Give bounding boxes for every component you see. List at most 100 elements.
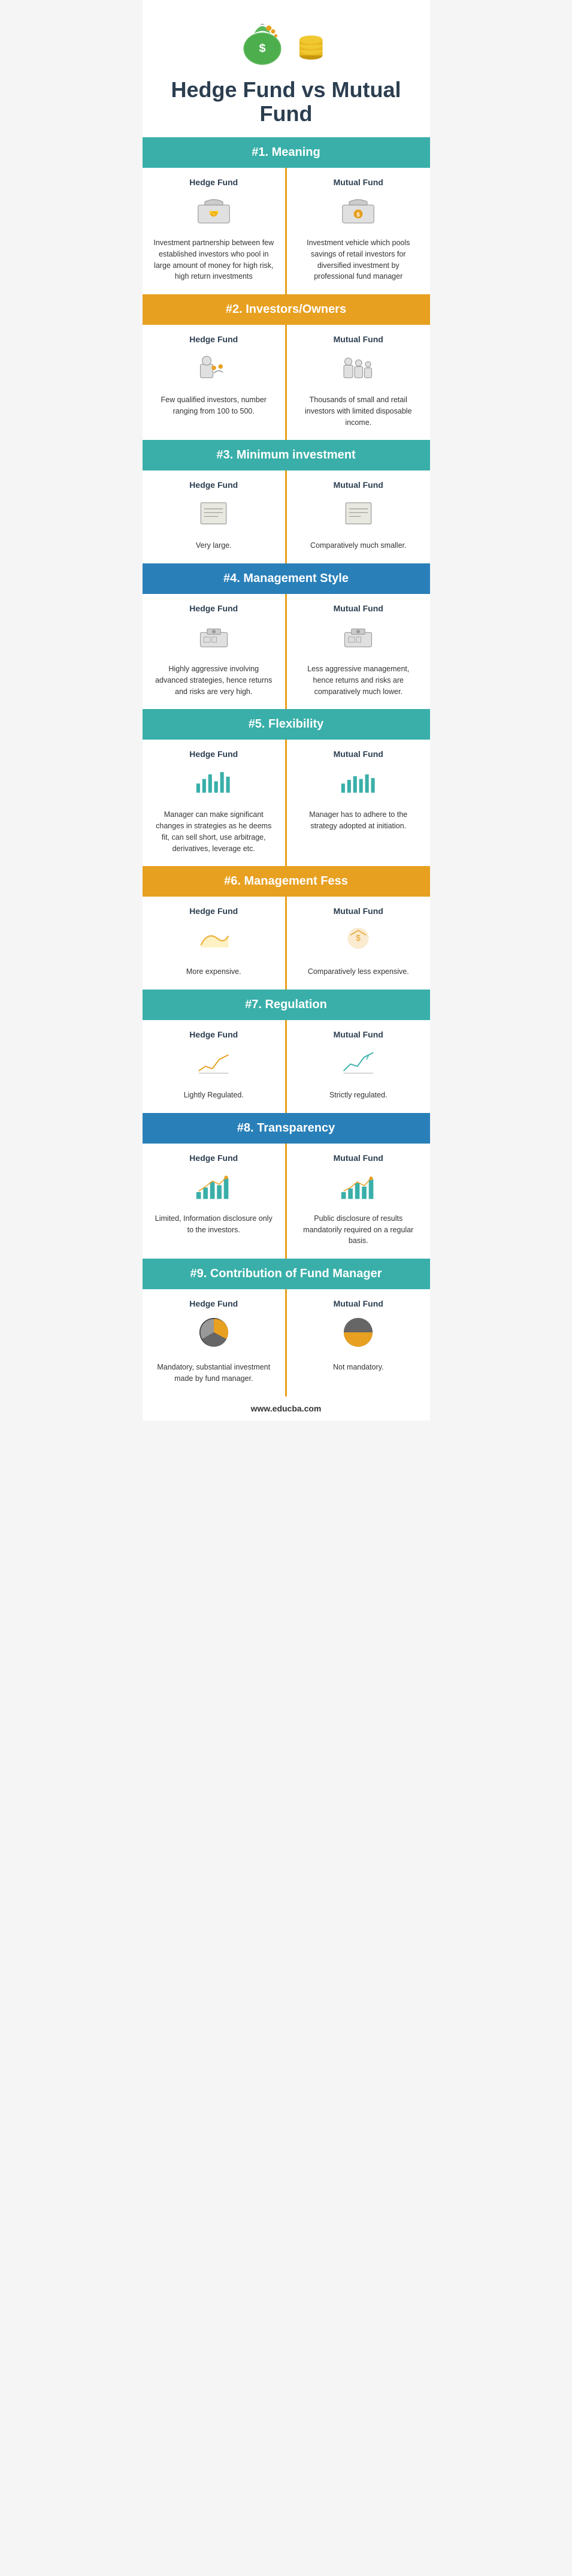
mutual-icon-meaning: $ — [340, 193, 376, 231]
section-body-management-fees: Hedge Fund More expensive. Mutual Fund $… — [143, 897, 430, 990]
section-contribution: #9. Contribution of Fund Manager Hedge F… — [143, 1259, 430, 1396]
svg-text:$: $ — [357, 212, 360, 218]
mutual-text-flexibility: Manager has to adhere to the strategy ad… — [298, 809, 419, 832]
mutual-text-management-style: Less aggressive management, hence return… — [298, 663, 419, 697]
hedge-meaning-icon: 🤝 — [196, 193, 232, 226]
section-investors: #2. Investors/Owners Hedge Fund Few qual… — [143, 294, 430, 440]
section-minimum: #3. Minimum investment Hedge Fund Very l… — [143, 440, 430, 563]
section-number-management-style: #4. Management Style — [223, 572, 349, 585]
mutual-label-management-fees: Mutual Fund — [334, 906, 383, 916]
hedge-label-management-style: Hedge Fund — [189, 604, 238, 613]
section-body-flexibility: Hedge Fund Manager can make significant … — [143, 740, 430, 866]
hedge-icon-transparency — [194, 1169, 233, 1207]
col-mutual-minimum: Mutual Fund Comparatively much smaller. — [287, 470, 430, 563]
mutual-contrib-icon — [340, 1314, 376, 1350]
hedge-text-minimum: Very large. — [196, 540, 232, 551]
mutual-label-contribution: Mutual Fund — [334, 1299, 383, 1308]
mutual-icon-transparency — [339, 1169, 378, 1207]
mutual-icon-regulation — [339, 1045, 378, 1084]
mutual-label-meaning: Mutual Fund — [334, 177, 383, 187]
section-body-regulation: Hedge Fund Lightly Regulated. Mutual Fun… — [143, 1020, 430, 1113]
hedge-fees-icon — [194, 922, 233, 955]
footer-url: www.educba.com — [251, 1404, 322, 1413]
header: $ Hedge Fund vs Mutual Fund — [143, 0, 430, 137]
mutual-icon-management-style — [340, 619, 376, 657]
footer: www.educba.com — [143, 1396, 430, 1420]
hedge-label-transparency: Hedge Fund — [189, 1153, 238, 1163]
mutual-text-meaning: Investment vehicle which pools savings o… — [298, 237, 419, 282]
hedge-label-management-fees: Hedge Fund — [189, 906, 238, 916]
hedge-icon-management-style — [196, 619, 232, 657]
hedge-icon-minimum — [197, 496, 230, 534]
section-transparency: #8. Transparency Hedge Fund Limited, Inf… — [143, 1113, 430, 1259]
hedge-icon-management-fees — [194, 922, 233, 960]
section-number-contribution: #9. Contribution of Fund Manager — [190, 1267, 382, 1280]
col-hedge-regulation: Hedge Fund Lightly Regulated. — [143, 1020, 287, 1113]
mutual-label-investors: Mutual Fund — [334, 334, 383, 344]
mutual-text-investors: Thousands of small and retail investors … — [298, 394, 419, 428]
hedge-text-management-style: Highly aggressive involving advanced str… — [153, 663, 275, 697]
section-number-flexibility: #5. Flexibility — [249, 717, 324, 731]
section-number-investors: #2. Investors/Owners — [226, 303, 346, 316]
mutual-reg-icon — [339, 1045, 378, 1078]
hedge-text-transparency: Limited, Information disclosure only to … — [153, 1213, 275, 1236]
section-management-style: #4. Management Style Hedge Fund Highly a… — [143, 563, 430, 709]
hedge-text-management-fees: More expensive. — [186, 966, 241, 978]
mutual-label-minimum: Mutual Fund — [334, 480, 383, 490]
col-hedge-management-fees: Hedge Fund More expensive. — [143, 897, 287, 990]
mutual-mgmt-icon — [340, 619, 376, 652]
col-mutual-investors: Mutual Fund Thousands of small and retai… — [287, 325, 430, 440]
col-mutual-management-style: Mutual Fund Less aggressive management, … — [287, 594, 430, 709]
hedge-icon-regulation — [194, 1045, 233, 1084]
hedge-trans-icon — [194, 1169, 233, 1202]
section-number-management-fees: #6. Management Fess — [224, 874, 348, 888]
section-body-investors: Hedge Fund Few qualified investors, numb… — [143, 325, 430, 440]
col-mutual-contribution: Mutual Fund Not mandatory. — [287, 1289, 430, 1396]
mutual-icon-contribution — [340, 1314, 376, 1356]
hedge-text-flexibility: Manager can make significant changes in … — [153, 809, 275, 854]
infographic-container: $ Hedge Fund vs Mutual Fund #1. Meaning … — [143, 0, 430, 1420]
hedge-label-flexibility: Hedge Fund — [189, 749, 238, 759]
mutual-text-contribution: Not mandatory. — [333, 1362, 384, 1373]
section-header-meaning: #1. Meaning — [143, 137, 430, 168]
mutual-trans-icon — [339, 1169, 378, 1202]
hedge-label-investors: Hedge Fund — [189, 334, 238, 344]
hedge-icon-investors — [196, 350, 232, 388]
section-header-minimum: #3. Minimum investment — [143, 440, 430, 470]
mutual-meaning-icon: $ — [340, 193, 376, 226]
section-body-contribution: Hedge Fund Mandatory, substantial invest… — [143, 1289, 430, 1396]
mutual-label-regulation: Mutual Fund — [334, 1030, 383, 1039]
col-mutual-management-fees: Mutual Fund $ Comparatively less expensi… — [287, 897, 430, 990]
section-header-management-fees: #6. Management Fess — [143, 866, 430, 897]
svg-text:$: $ — [259, 42, 265, 55]
hedge-label-meaning: Hedge Fund — [189, 177, 238, 187]
hedge-label-minimum: Hedge Fund — [189, 480, 238, 490]
col-hedge-management-style: Hedge Fund Highly aggressive involving a… — [143, 594, 287, 709]
section-meaning: #1. Meaning Hedge Fund 🤝 Investment part… — [143, 137, 430, 294]
mutual-investors-icon — [340, 350, 376, 383]
col-hedge-flexibility: Hedge Fund Manager can make significant … — [143, 740, 287, 866]
section-flexibility: #5. Flexibility Hedge Fund Manager can m… — [143, 709, 430, 866]
hedge-flex-icon — [194, 765, 233, 798]
money-bag-icon: $ — [235, 12, 289, 66]
section-header-regulation: #7. Regulation — [143, 990, 430, 1020]
hedge-label-regulation: Hedge Fund — [189, 1030, 238, 1039]
hedge-label-contribution: Hedge Fund — [189, 1299, 238, 1308]
header-title: Hedge Fund vs Mutual Fund — [149, 72, 424, 131]
section-regulation: #7. Regulation Hedge Fund Lightly Regula… — [143, 990, 430, 1113]
col-mutual-transparency: Mutual Fund Public disclosure of results… — [287, 1144, 430, 1259]
col-hedge-meaning: Hedge Fund 🤝 Investment partnership betw… — [143, 168, 287, 294]
hedge-icon-flexibility — [194, 765, 233, 803]
section-header-transparency: #8. Transparency — [143, 1113, 430, 1144]
mutual-text-minimum: Comparatively much smaller. — [310, 540, 406, 551]
col-mutual-flexibility: Mutual Fund Manager has to adhere to the… — [287, 740, 430, 866]
section-number-minimum: #3. Minimum investment — [216, 448, 355, 461]
section-header-contribution: #9. Contribution of Fund Manager — [143, 1259, 430, 1289]
col-hedge-minimum: Hedge Fund Very large. — [143, 470, 287, 563]
col-hedge-investors: Hedge Fund Few qualified investors, numb… — [143, 325, 287, 440]
mutual-text-regulation: Strictly regulated. — [329, 1090, 388, 1101]
col-mutual-regulation: Mutual Fund Strictly regulated. — [287, 1020, 430, 1113]
section-body-minimum: Hedge Fund Very large. Mutual Fund Compa… — [143, 470, 430, 563]
mutual-text-transparency: Public disclosure of results mandatorily… — [298, 1213, 419, 1247]
section-body-meaning: Hedge Fund 🤝 Investment partnership betw… — [143, 168, 430, 294]
